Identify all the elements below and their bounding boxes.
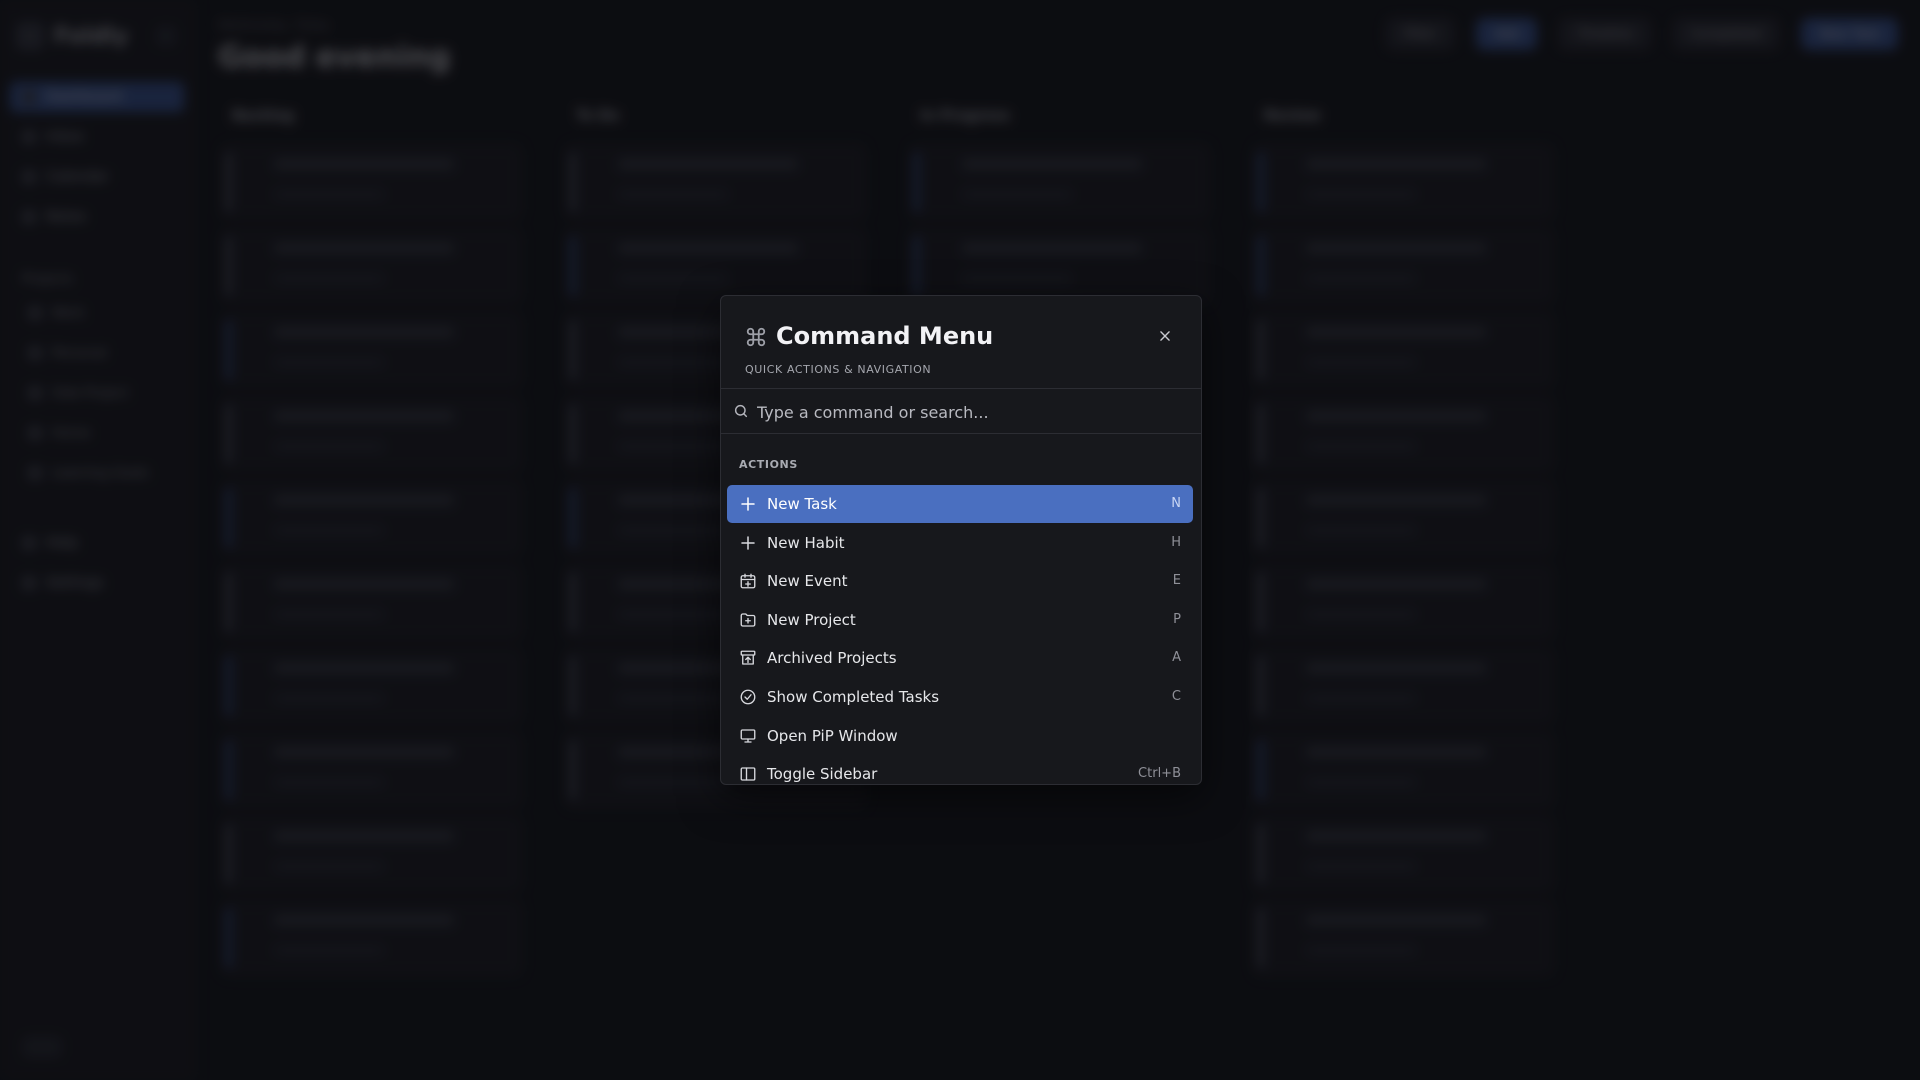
command-shortcut: N	[1171, 496, 1181, 511]
command-item-new-task[interactable]: New Task N	[727, 485, 1193, 523]
command-item-new-habit[interactable]: New Habit H	[727, 524, 1193, 562]
command-item-open-pip-window[interactable]: Open PiP Window	[727, 717, 1193, 755]
folder-plus-icon	[739, 611, 757, 629]
command-search	[721, 389, 1201, 434]
command-shortcut: H	[1171, 534, 1181, 550]
archive-icon	[739, 649, 757, 667]
command-search-input[interactable]	[755, 395, 1189, 429]
check-circle-icon	[739, 688, 757, 706]
command-label: New Habit	[767, 533, 845, 552]
command-label: Show Completed Tasks	[767, 687, 940, 706]
close-button[interactable]	[1155, 326, 1175, 346]
command-shortcut: Ctrl+B	[1138, 766, 1181, 782]
calendar-plus-icon	[739, 572, 757, 590]
close-icon	[1160, 331, 1170, 341]
command-shortcut: E	[1172, 573, 1181, 589]
modal-subtitle: QUICK ACTIONS & NAVIGATION	[745, 363, 932, 376]
search-icon	[733, 403, 749, 419]
plus-icon	[739, 495, 757, 513]
command-shortcut: P	[1173, 611, 1181, 627]
command-menu-header: Command Menu QUICK ACTIONS & NAVIGATION	[721, 296, 1201, 389]
command-list: New Task N New Habit H New Event E New P…	[727, 485, 1193, 784]
sidebar-icon	[739, 765, 757, 783]
command-item-show-completed-tasks[interactable]: Show Completed Tasks C	[727, 678, 1193, 716]
command-item-new-project[interactable]: New Project P	[727, 601, 1193, 639]
modal-title: Command Menu	[776, 322, 994, 350]
command-shortcut: A	[1172, 650, 1181, 666]
command-item-toggle-sidebar[interactable]: Toggle Sidebar Ctrl+B	[727, 755, 1193, 784]
command-label: New Event	[767, 572, 848, 591]
command-shortcut: C	[1171, 688, 1181, 704]
command-menu-dialog: Command Menu QUICK ACTIONS & NAVIGATION …	[720, 295, 1202, 785]
command-label: Archived Projects	[767, 649, 897, 668]
command-item-archived-projects[interactable]: Archived Projects A	[727, 639, 1193, 677]
command-label: New Project	[767, 610, 856, 629]
command-key-icon	[745, 326, 767, 348]
command-item-new-event[interactable]: New Event E	[727, 562, 1193, 600]
command-label: Toggle Sidebar	[767, 765, 878, 784]
command-label: Open PiP Window	[767, 726, 898, 745]
command-label: New Task	[767, 495, 837, 513]
section-label-actions: ACTIONS	[739, 458, 798, 471]
plus-icon	[739, 534, 757, 552]
monitor-icon	[739, 727, 757, 745]
